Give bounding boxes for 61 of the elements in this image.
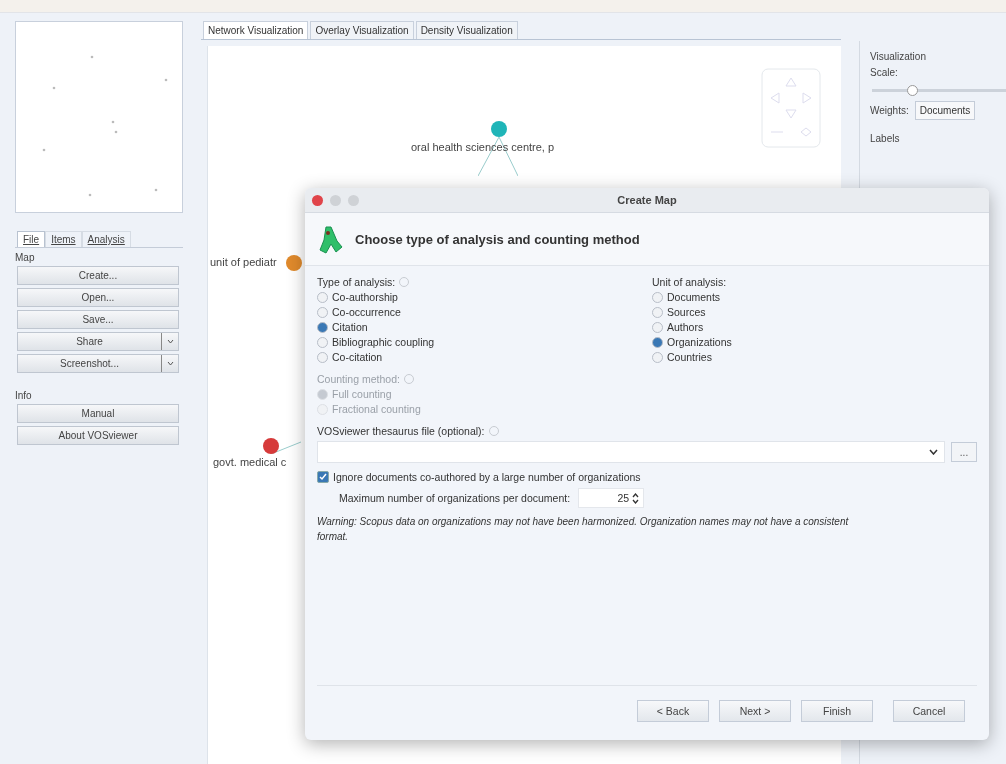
view-tab[interactable]: Overlay Visualization — [310, 21, 414, 39]
panel-tab[interactable]: File — [17, 231, 46, 247]
chevron-down-icon[interactable] — [166, 339, 174, 344]
max-label: Maximum number of organizations per document: — [339, 492, 571, 504]
section-title: Map — [15, 252, 36, 263]
thesaurus-field[interactable] — [317, 441, 945, 463]
section-title: Visualization — [870, 51, 927, 62]
radio-option[interactable]: Sources — [652, 306, 977, 318]
close-button[interactable] — [312, 194, 323, 206]
radio-option[interactable]: Co-citation — [317, 351, 652, 363]
network-node[interactable] — [286, 255, 302, 271]
network-node[interactable] — [263, 438, 279, 454]
weights-label: Weights: — [870, 105, 909, 116]
browse-button[interactable]: ... — [951, 442, 977, 462]
group-label: Type of analysis: — [317, 276, 652, 288]
panel-button[interactable]: Screenshot... — [17, 354, 179, 373]
node-label: govt. medical c — [213, 456, 287, 468]
network-node[interactable] — [491, 121, 507, 137]
dialog-button[interactable]: < Back — [637, 700, 709, 722]
chevron-down-icon[interactable] — [166, 361, 174, 366]
dialog-title: Create Map — [616, 194, 678, 206]
dialog-heading: Choose type of analysis and counting method — [355, 231, 640, 247]
scale-label: Scale: — [870, 67, 899, 78]
panel-button[interactable]: Open... — [17, 288, 179, 307]
checkbox[interactable] — [317, 471, 329, 483]
radio-option[interactable]: Countries — [652, 351, 977, 363]
minimize-button[interactable] — [330, 194, 341, 206]
thesaurus-label: VOSviewer thesaurus file (optional): — [317, 425, 977, 437]
radio-option[interactable]: Co-occurrence — [317, 306, 652, 318]
dialog-button[interactable]: Finish — [801, 700, 873, 722]
panel-tab[interactable]: Analysis — [81, 231, 131, 247]
radio-option[interactable]: Citation — [317, 321, 652, 333]
panel-button[interactable]: Create... — [17, 266, 179, 285]
max-spinner[interactable]: 25 — [578, 488, 645, 508]
panel-button[interactable]: Manual — [17, 404, 179, 423]
section-title: Labels — [870, 133, 901, 144]
group-label: Counting method: — [317, 373, 977, 385]
dialog-button[interactable]: Next > — [719, 700, 791, 722]
radio-option[interactable]: Authors — [652, 321, 977, 333]
logo-icon — [317, 224, 343, 254]
warning-text: Warning: Scopus data on organizations may not have been harmonized. Organization names may not have a consistent format. — [317, 515, 850, 544]
panel-button[interactable]: Save... — [17, 310, 179, 329]
panel-tab[interactable]: Items — [45, 231, 82, 247]
group-label: Unit of analysis: — [652, 276, 728, 288]
view-tab[interactable]: Network Visualization — [203, 21, 309, 39]
slider-thumb[interactable] — [907, 85, 919, 96]
node-label: oral health sciences centre, p — [411, 141, 555, 153]
checkbox-label: Ignore documents co-authored by a large number of organizations — [333, 471, 641, 483]
radio-option[interactable]: Co-authorship — [317, 291, 652, 303]
node-label: unit of pediatr — [210, 256, 277, 268]
section-title: Info — [15, 390, 33, 401]
panel-button[interactable]: About VOSviewer — [17, 426, 179, 445]
radio-option[interactable]: Bibliographic coupling — [317, 336, 652, 348]
radio-option[interactable]: Documents — [652, 291, 977, 303]
panel-button[interactable]: Share — [17, 332, 179, 351]
dialog-button[interactable]: Cancel — [893, 700, 965, 722]
radio-option[interactable]: Organizations — [652, 336, 977, 348]
zoom-button[interactable] — [348, 194, 359, 206]
chevron-down-icon[interactable] — [929, 449, 938, 455]
weights-dropdown[interactable]: Documents — [914, 101, 976, 120]
view-tab[interactable]: Density Visualization — [415, 21, 518, 39]
